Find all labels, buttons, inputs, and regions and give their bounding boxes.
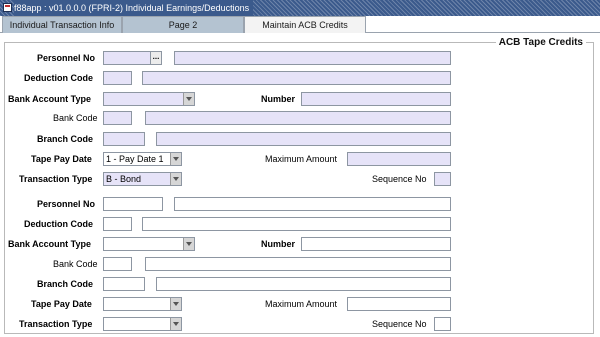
transaction-type-select[interactable]: [103, 317, 182, 331]
personnel-no-field[interactable]: [103, 51, 151, 65]
transaction-type-label: Transaction Type: [19, 319, 93, 329]
app-icon: [3, 3, 12, 12]
tape-pay-date-value: 1 - Pay Date 1: [106, 154, 164, 164]
tab-page-2[interactable]: Page 2: [122, 16, 244, 33]
sequence-no-label: Sequence No: [372, 319, 427, 329]
panel-title: ACB Tape Credits: [495, 37, 586, 48]
branch-name-field[interactable]: [156, 132, 451, 146]
bank-code-label: Bank Code: [53, 113, 98, 123]
chevron-down-icon: [183, 238, 194, 250]
account-number-field[interactable]: [301, 237, 451, 251]
window-title: f88app : v01.0.0.0 (FPRI-2) Individual E…: [14, 0, 254, 16]
number-label: Number: [261, 239, 296, 249]
chevron-down-icon: [170, 318, 181, 330]
deduction-code-label: Deduction Code: [24, 219, 93, 229]
personnel-name-field[interactable]: [174, 197, 451, 211]
tape-pay-date-label: Tape Pay Date: [31, 299, 92, 309]
personnel-name-field[interactable]: [174, 51, 451, 65]
bank-code-field[interactable]: [103, 111, 132, 125]
number-label: Number: [261, 94, 296, 104]
chevron-down-icon: [170, 173, 181, 185]
branch-code-label: Branch Code: [37, 279, 94, 289]
deduction-code-field[interactable]: [103, 217, 132, 231]
personnel-no-field[interactable]: [103, 197, 163, 211]
account-number-field[interactable]: [301, 92, 451, 106]
tape-pay-date-select[interactable]: [103, 297, 182, 311]
bank-code-label: Bank Code: [53, 259, 98, 269]
sequence-no-field[interactable]: [434, 317, 451, 331]
tab-maintain-acb-credits[interactable]: Maintain ACB Credits: [244, 16, 366, 33]
maximum-amount-label: Maximum Amount: [265, 299, 338, 309]
maximum-amount-field[interactable]: [347, 297, 451, 311]
branch-code-field[interactable]: [103, 277, 145, 291]
window-titlebar: f88app : v01.0.0.0 (FPRI-2) Individual E…: [0, 0, 600, 16]
sequence-no-field[interactable]: [434, 172, 451, 186]
tape-pay-date-select[interactable]: 1 - Pay Date 1: [103, 152, 182, 166]
transaction-type-value: B - Bond: [106, 174, 142, 184]
branch-code-label: Branch Code: [37, 134, 94, 144]
bank-account-type-select[interactable]: [103, 92, 195, 106]
bank-account-type-label: Bank Account Type: [8, 94, 92, 104]
tab-individual-transaction-info[interactable]: Individual Transaction Info: [2, 16, 122, 33]
bank-name-field[interactable]: [145, 257, 451, 271]
bank-account-type-label: Bank Account Type: [8, 239, 92, 249]
bank-account-type-select[interactable]: [103, 237, 195, 251]
maximum-amount-field[interactable]: [347, 152, 451, 166]
deduction-description-field[interactable]: [142, 217, 451, 231]
bank-code-field[interactable]: [103, 257, 132, 271]
transaction-type-select[interactable]: B - Bond: [103, 172, 182, 186]
branch-name-field[interactable]: [156, 277, 451, 291]
personnel-lookup-button[interactable]: ...: [150, 51, 162, 65]
chevron-down-icon: [170, 153, 181, 165]
personnel-no-label: Personnel No: [37, 53, 96, 63]
bank-name-field[interactable]: [145, 111, 451, 125]
maximum-amount-label: Maximum Amount: [265, 154, 338, 164]
tape-pay-date-label: Tape Pay Date: [31, 154, 92, 164]
deduction-code-field[interactable]: [103, 71, 132, 85]
sequence-no-label: Sequence No: [372, 174, 427, 184]
tab-strip: Individual Transaction Info Page 2 Maint…: [0, 16, 600, 33]
chevron-down-icon: [170, 298, 181, 310]
branch-code-field[interactable]: [103, 132, 145, 146]
deduction-description-field[interactable]: [142, 71, 451, 85]
deduction-code-label: Deduction Code: [24, 73, 93, 83]
transaction-type-label: Transaction Type: [19, 174, 93, 184]
personnel-no-label: Personnel No: [37, 199, 96, 209]
chevron-down-icon: [183, 93, 194, 105]
